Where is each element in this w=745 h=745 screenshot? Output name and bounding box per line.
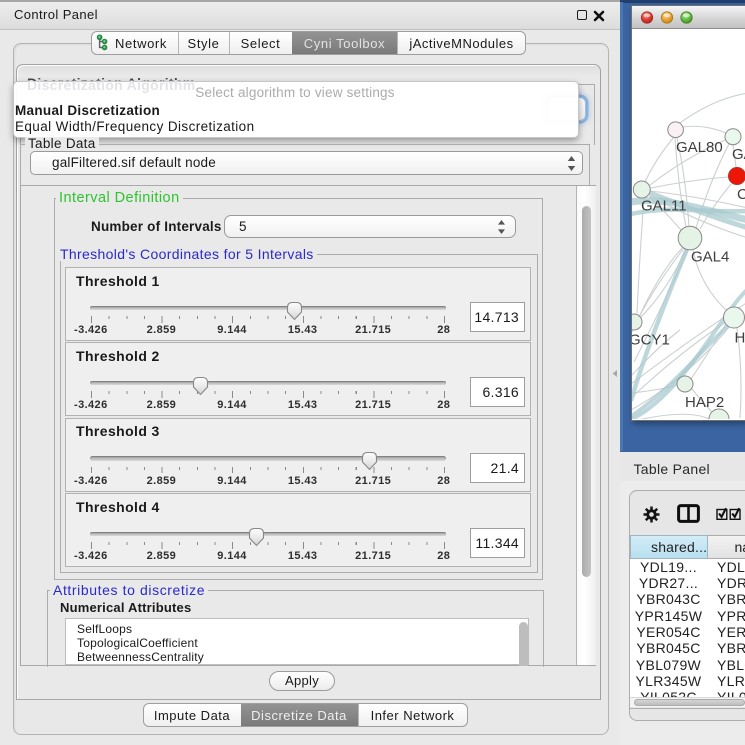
svg-text:HAP2: HAP2 [685, 394, 724, 411]
svg-text:C: C [737, 186, 745, 203]
svg-text:GAL4: GAL4 [691, 249, 729, 266]
svg-text:H: H [735, 330, 745, 347]
svg-text:GA: GA [732, 146, 745, 163]
svg-text:GCY1: GCY1 [632, 332, 670, 349]
svg-text:GAL11: GAL11 [641, 198, 687, 215]
svg-text:GAL80: GAL80 [676, 139, 723, 156]
